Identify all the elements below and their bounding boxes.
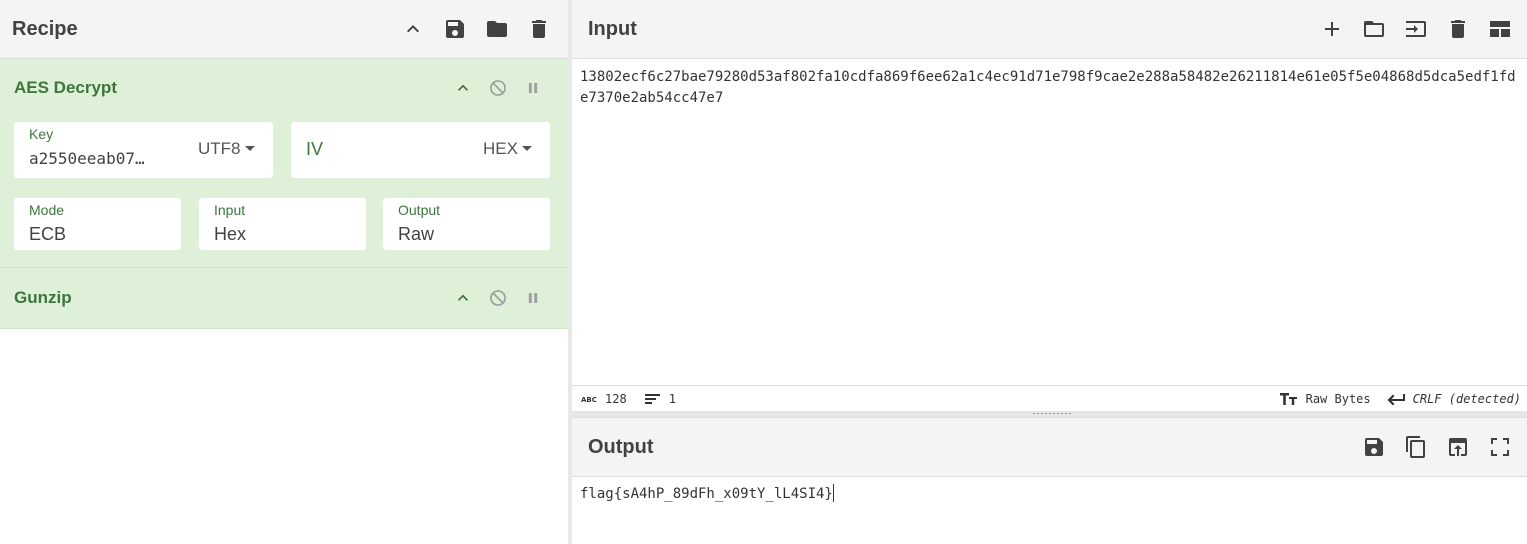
return-icon [1387,393,1405,405]
disable-icon[interactable] [480,73,515,103]
input-title: Input [588,17,637,40]
abc-icon: ABC [581,396,597,404]
key-encoding-label: UTF8 [198,139,241,158]
output-header: Output [572,417,1527,477]
text-cursor [832,484,834,502]
clear-recipe-icon[interactable] [518,8,560,50]
iv-encoding-dropdown[interactable]: HEX [483,139,532,159]
char-count: ABC 128 [581,392,627,406]
operation-name: AES Decrypt [14,78,117,97]
disable-icon[interactable] [480,283,515,313]
replace-input-icon[interactable] [1437,426,1479,468]
recipe-header: Recipe [0,0,568,59]
line-count: 1 [644,391,676,406]
key-value[interactable]: a2550eeab07… [29,149,169,168]
recipe-title: Recipe [12,17,78,40]
minimise-icon[interactable] [445,283,480,313]
output-value: flag{sA4hP_89dFh_x09tY_lL4SI4} [580,486,833,502]
input-format-select[interactable]: Input Hex [199,198,366,250]
eol-label: CRLF (detected) [1412,391,1521,406]
breakpoint-icon[interactable] [515,73,550,103]
input-pane: Input 13802ecf6c27bae79280d53af802fa10cd… [572,0,1527,414]
output-pane: Output flag{sA4hP_89dFh_x09tY_lL4SI4} [572,417,1527,544]
text-size-icon [1279,392,1297,405]
iv-field[interactable]: IV HEX [291,122,550,178]
iv-encoding-label: HEX [483,139,518,158]
load-recipe-icon[interactable] [476,8,518,50]
input-header: Input [572,0,1527,59]
collapse-all-icon[interactable] [392,8,434,50]
output-text[interactable]: flag{sA4hP_89dFh_x09tY_lL4SI4} [572,477,1527,513]
reset-layout-icon[interactable] [1479,8,1521,50]
copy-output-icon[interactable] [1395,426,1437,468]
encoding-selector[interactable]: Raw Bytes [1279,391,1371,406]
mode-value: ECB [29,224,67,244]
maximise-icon[interactable] [1479,426,1521,468]
operation-gunzip: Gunzip [0,268,568,329]
save-output-icon[interactable] [1353,426,1395,468]
output-title: Output [588,435,654,458]
key-encoding-dropdown[interactable]: UTF8 [198,139,255,159]
char-count-value: 128 [605,391,627,406]
grip-icon [1032,412,1072,415]
open-folder-icon[interactable] [1353,8,1395,50]
output-format-value: Raw [398,224,435,244]
open-file-icon[interactable] [1395,8,1437,50]
recipe-pane: Recipe AES Decrypt Key a2550eeab07… UTF8… [0,0,568,544]
key-label: Key [29,126,54,142]
breakpoint-icon[interactable] [515,283,550,313]
key-field[interactable]: Key a2550eeab07… UTF8 [14,122,273,178]
eol-selector[interactable]: CRLF (detected) [1387,392,1521,406]
svg-text:ABC: ABC [581,396,597,404]
minimise-icon[interactable] [445,73,480,103]
add-tab-icon[interactable] [1311,8,1353,50]
input-statusbar: ABC 128 1 Raw Bytes CRLF (detected) [572,385,1527,411]
lines-icon [644,393,660,404]
operation-name: Gunzip [14,288,72,307]
input-textarea[interactable]: 13802ecf6c27bae79280d53af802fa10cdfa869f… [572,59,1527,385]
input-format-value: Hex [214,224,247,244]
operation-aes-decrypt: AES Decrypt Key a2550eeab07… UTF8 IV HEX… [0,59,568,268]
save-recipe-icon[interactable] [434,8,476,50]
chevron-down-icon [244,145,255,151]
encoding-label: Raw Bytes [1305,391,1371,406]
clear-input-icon[interactable] [1437,8,1479,50]
mode-select[interactable]: Mode ECB [14,198,181,250]
line-count-value: 1 [668,391,676,406]
output-format-select[interactable]: Output Raw [383,198,550,250]
iv-placeholder: IV [306,139,324,159]
output-format-label: Output [398,202,441,218]
chevron-down-icon [521,145,532,151]
mode-label: Mode [29,202,65,218]
input-format-label: Input [214,202,246,218]
